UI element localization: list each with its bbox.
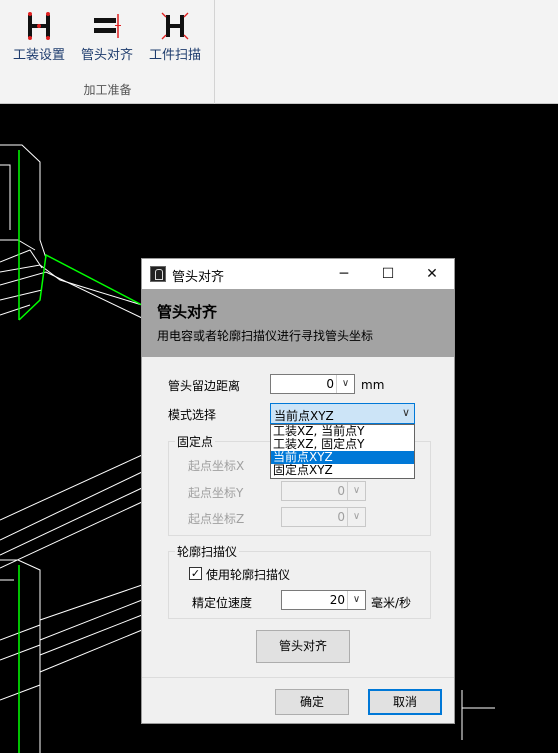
header-title: 管头对齐 (157, 303, 218, 321)
fixture-setup-label: 工装设置 (12, 48, 65, 63)
mode-option[interactable]: 固定点XYZ (271, 464, 414, 477)
tube-align-action-button[interactable]: 管头对齐 (256, 630, 350, 663)
tube-align-dialog: 管头对齐 ─ ☐ ✕ 管头对齐 用电容或者轮廓扫描仪进行寻找管头坐标 管头留边距… (141, 258, 455, 724)
start-y-label: 起点坐标Y (188, 486, 244, 500)
chevron-down-icon[interactable]: ∨ (336, 375, 354, 393)
start-z-label: 起点坐标Z (188, 512, 245, 526)
workpiece-scan-label: 工件扫描 (148, 48, 201, 63)
chevron-down-icon[interactable]: ∨ (347, 591, 365, 609)
mode-option[interactable]: 工装XZ, 当前点Y (271, 425, 414, 438)
mode-selected-value: 当前点XYZ (274, 409, 334, 423)
header-subtitle: 用电容或者轮廓扫描仪进行寻找管头坐标 (157, 329, 374, 343)
start-y-input: 0 ∨ (281, 481, 366, 501)
dialog-header: 管头对齐 用电容或者轮廓扫描仪进行寻找管头坐标 (142, 289, 454, 357)
fixture-setup-icon (28, 12, 50, 40)
fixture-setup-button[interactable]: 工装设置 (6, 10, 72, 72)
dialog-titlebar[interactable]: 管头对齐 ─ ☐ ✕ (142, 259, 454, 289)
use-scanner-checkbox[interactable]: ✓ (189, 567, 202, 580)
mode-option[interactable]: 当前点XYZ (271, 451, 414, 464)
speed-label: 精定位速度 (192, 596, 253, 610)
mode-label: 模式选择 (168, 408, 217, 422)
mode-dropdown-list: 工装XZ, 当前点Y 工装XZ, 固定点Y 当前点XYZ 固定点XYZ (270, 424, 415, 479)
maximize-button[interactable]: ☐ (366, 259, 410, 289)
dialog-title: 管头对齐 (172, 270, 225, 285)
ribbon-group-machining-prep: 工装设置 管头对齐 工件扫描 加工准备 (0, 0, 215, 104)
margin-unit: mm (361, 378, 385, 392)
app-icon (150, 266, 166, 282)
dialog-footer: 确定 取消 (142, 677, 454, 723)
ok-button[interactable]: 确定 (275, 689, 349, 715)
workpiece-scan-button[interactable]: 工件扫描 (142, 10, 208, 72)
start-z-input: 0 ∨ (281, 507, 366, 527)
minimize-button[interactable]: ─ (322, 259, 366, 289)
cancel-button[interactable]: 取消 (368, 689, 442, 715)
close-button[interactable]: ✕ (410, 259, 454, 289)
speed-value: 20 (329, 593, 345, 607)
tube-align-button[interactable]: 管头对齐 (74, 10, 140, 72)
use-scanner-label: 使用轮廓扫描仪 (206, 568, 291, 582)
margin-label: 管头留边距离 (168, 379, 241, 393)
margin-value: 0 (326, 377, 334, 391)
speed-unit: 毫米/秒 (371, 596, 412, 610)
scanner-group-title: 轮廓扫描仪 (175, 543, 240, 560)
mode-select[interactable]: 当前点XYZ ∨ (270, 403, 415, 424)
chevron-down-icon: ∨ (347, 482, 365, 500)
start-z-value: 0 (337, 510, 345, 524)
fixed-point-title: 固定点 (175, 433, 216, 450)
start-x-label: 起点坐标X (188, 459, 245, 473)
chevron-down-icon: ∨ (401, 406, 410, 419)
tube-align-icon (94, 14, 121, 38)
mode-option[interactable]: 工装XZ, 固定点Y (271, 438, 414, 451)
speed-input[interactable]: 20 ∨ (281, 590, 366, 610)
ribbon-toolbar: 工装设置 管头对齐 工件扫描 加工准备 (0, 0, 558, 104)
start-y-value: 0 (337, 484, 345, 498)
chevron-down-icon: ∨ (347, 508, 365, 526)
workpiece-scan-icon (161, 12, 189, 40)
tube-align-label: 管头对齐 (80, 48, 133, 63)
ribbon-group-label: 加工准备 (83, 83, 132, 97)
margin-input[interactable]: 0 ∨ (270, 374, 355, 394)
